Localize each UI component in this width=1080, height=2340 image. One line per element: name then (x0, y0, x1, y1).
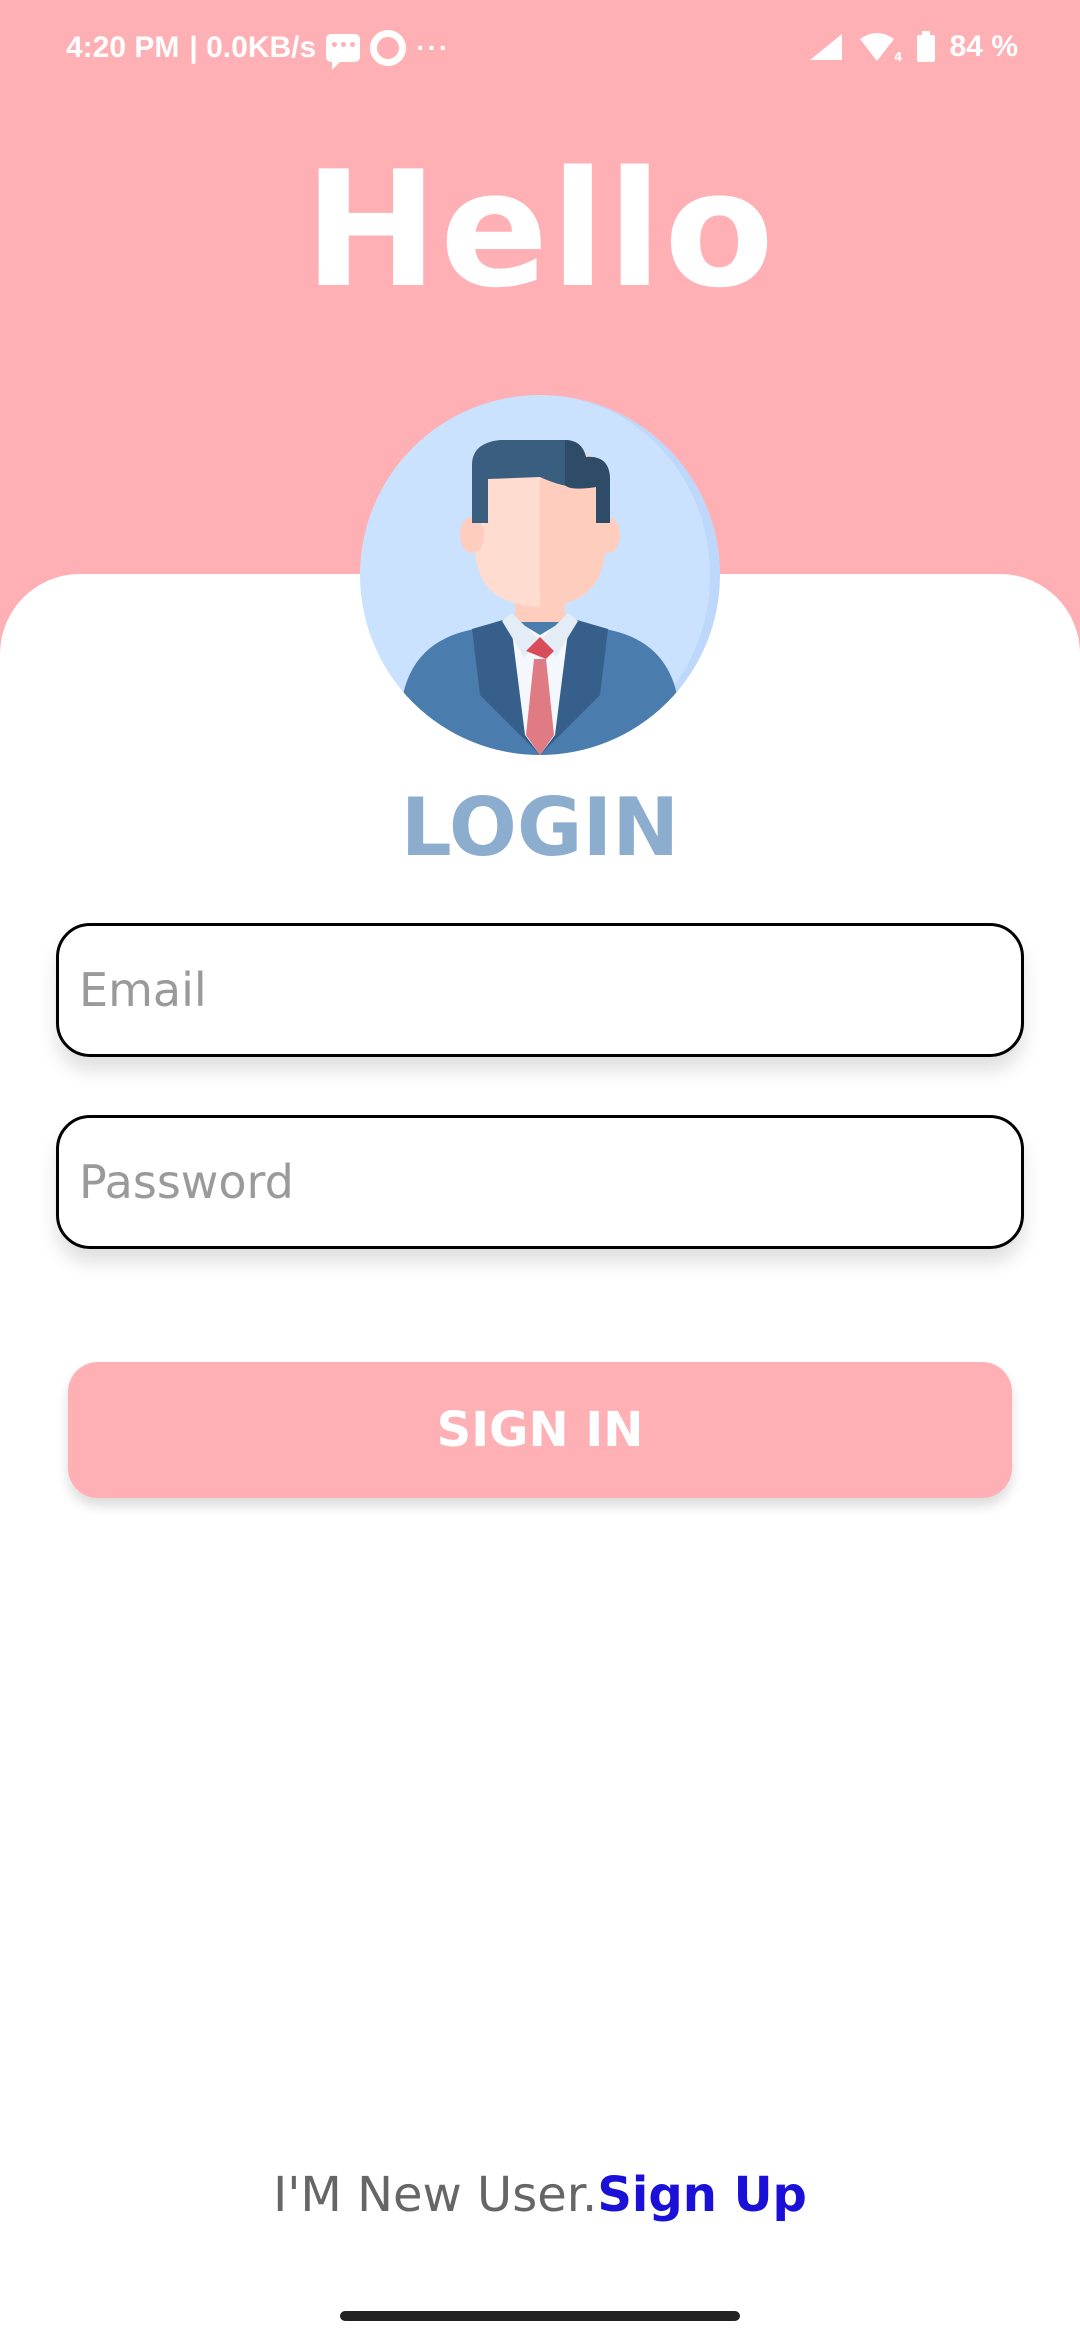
battery-percent: 84 % (949, 30, 1018, 63)
wifi-icon: 4 (859, 33, 902, 63)
status-network-speed: | 0.0KB/s (189, 31, 317, 64)
battery-icon (916, 31, 935, 62)
sign-in-button[interactable]: SIGN IN (68, 1362, 1012, 1498)
status-right: 4 84 % (808, 30, 1018, 64)
page-title: Hello (303, 136, 777, 323)
message-icon (326, 34, 361, 70)
password-field[interactable] (59, 1118, 1021, 1246)
status-left: 4:20 PM | 0.0KB/s ··· (66, 30, 451, 70)
email-field[interactable] (59, 926, 1021, 1054)
status-time: 4:20 PM (66, 31, 180, 64)
avatar (360, 395, 720, 755)
login-heading: LOGIN (400, 781, 680, 874)
more-notifications-icon: ··· (416, 32, 451, 63)
new-user-text: I'M New User. (273, 2167, 598, 2223)
ring-icon (370, 30, 407, 66)
svg-text:4: 4 (894, 50, 902, 63)
signal-icon (809, 34, 842, 60)
password-field-container (56, 1115, 1024, 1249)
signup-prompt: I'M New User.Sign Up (0, 2160, 1080, 2230)
status-bar: 4:20 PM | 0.0KB/s ··· 4 84 % (0, 0, 1080, 100)
sign-up-link[interactable]: Sign Up (597, 2167, 807, 2223)
email-field-container (56, 923, 1024, 1057)
home-indicator[interactable] (340, 2311, 740, 2321)
login-screen: 4:20 PM | 0.0KB/s ··· 4 84 % Hello LOGIN… (0, 0, 1080, 2340)
